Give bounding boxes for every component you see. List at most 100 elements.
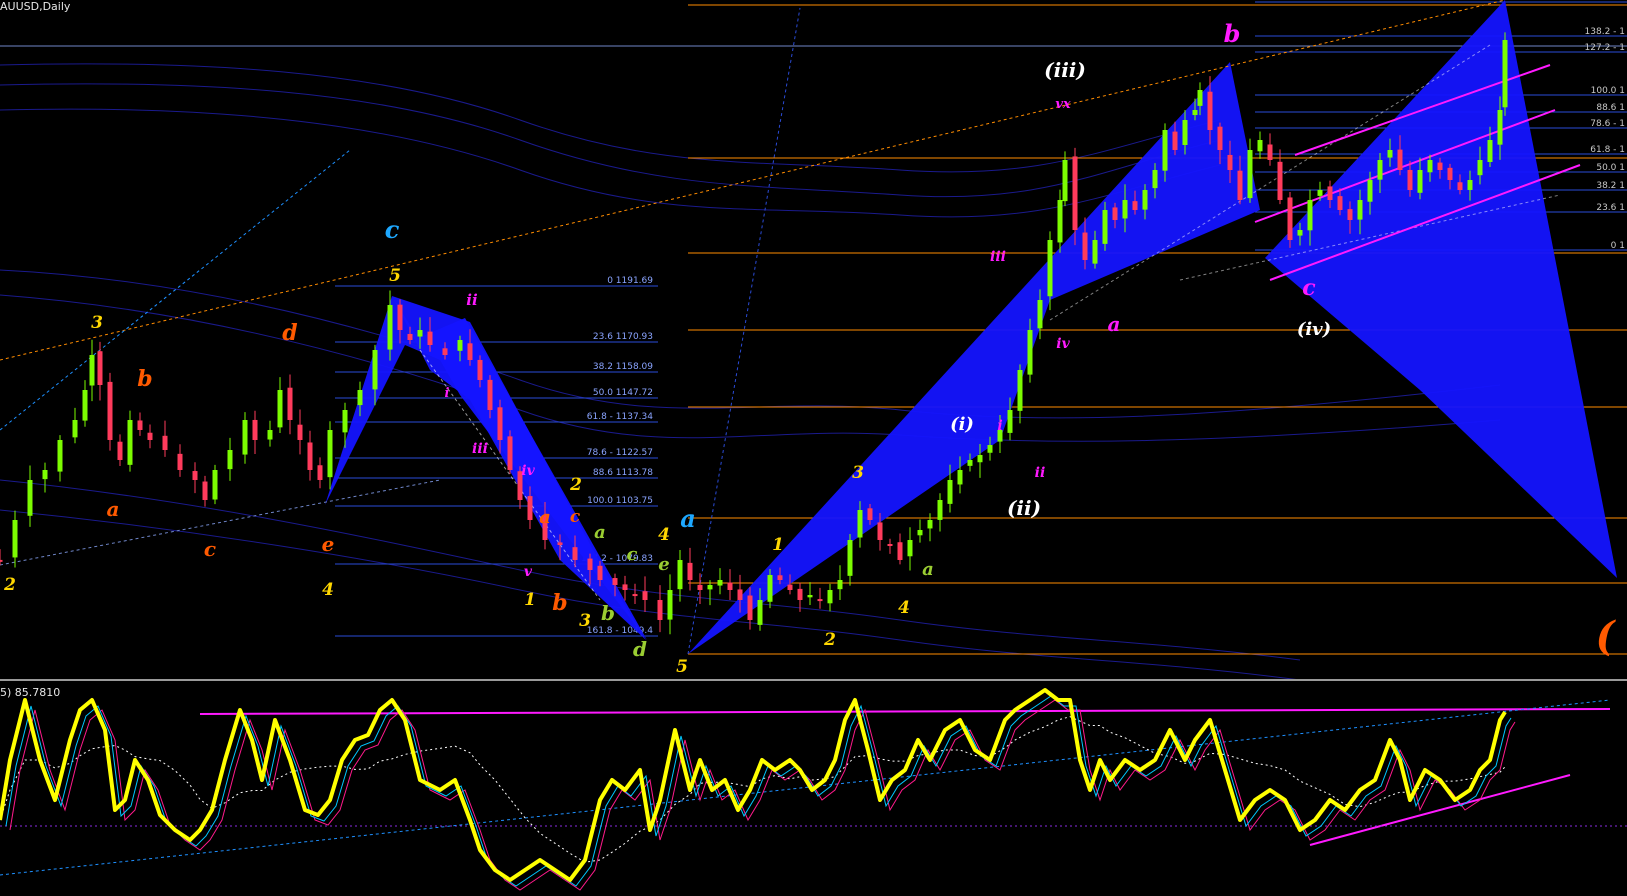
wave-label: 5: [676, 657, 688, 677]
fib-label: 61.8 - 1: [1590, 145, 1625, 155]
candle-body: [557, 542, 563, 545]
candle-body: [1082, 232, 1088, 260]
candle-body: [1447, 167, 1453, 180]
wave-label: iv: [1056, 336, 1070, 352]
candle-body: [1467, 180, 1473, 190]
candle-body: [42, 470, 48, 480]
candle-body: [1112, 207, 1118, 220]
wave-label: (ii): [1007, 496, 1041, 520]
wave-label: c: [385, 215, 400, 244]
candle-body: [1072, 156, 1078, 230]
wave-label: a: [594, 522, 606, 543]
candle-body: [397, 304, 403, 330]
candle-body: [1277, 161, 1283, 200]
candle-body: [1427, 160, 1433, 173]
candle-body: [757, 600, 763, 625]
wave-label: i: [997, 418, 1002, 434]
candle-body: [597, 565, 603, 580]
wave-label: b: [137, 366, 152, 392]
candle-body: [442, 348, 448, 355]
candle-body: [622, 584, 628, 590]
candle-body: [977, 455, 983, 463]
candle-body: [677, 560, 683, 590]
candle-body: [507, 436, 513, 470]
candle-body: [1457, 182, 1463, 190]
candle-body: [1357, 200, 1363, 220]
wave-label: iv: [521, 463, 535, 479]
candle-body: [427, 331, 433, 345]
candle-body: [127, 420, 133, 465]
candle-body: [1317, 190, 1323, 196]
candle-body: [1207, 91, 1213, 130]
candle-body: [162, 435, 168, 450]
candle-body: [1062, 160, 1068, 202]
fib-label: 78.6 - 1122.57: [587, 448, 653, 458]
wave-label: b: [1224, 19, 1241, 48]
candle-body: [287, 387, 293, 420]
candle-body: [1337, 196, 1343, 210]
candle-body: [1172, 131, 1178, 150]
candle-body: [632, 594, 638, 597]
fib-label: 88.6 1113.78: [593, 468, 653, 478]
candle-body: [1397, 149, 1403, 170]
candle-body: [1162, 130, 1168, 171]
fib-label: 61.8 - 1137.34: [587, 412, 653, 422]
candle-body: [457, 340, 463, 351]
candle-body: [1257, 140, 1263, 152]
fib-label: 38.2 1158.09: [593, 362, 653, 372]
candle-body: [1417, 170, 1423, 193]
candle-body: [612, 578, 618, 585]
fib-label: 38.2 1: [1596, 181, 1625, 191]
fib-label: 88.6 1: [1596, 103, 1625, 113]
fib-label: 0 1: [1611, 241, 1625, 251]
wave-label: c: [570, 507, 581, 527]
fib-label: 50.0 1: [1596, 163, 1625, 173]
candle-body: [107, 381, 113, 440]
candle-body: [867, 508, 873, 520]
candle-body: [1347, 209, 1353, 220]
fib-label: 138.2 - 1: [1585, 27, 1625, 37]
candle-body: [277, 390, 283, 428]
candle-body: [297, 424, 303, 440]
wave-label: (: [1596, 613, 1617, 660]
candle-body: [847, 540, 853, 576]
candle-body: [1307, 200, 1313, 231]
candle-body: [587, 558, 593, 570]
wave-label: 1: [524, 590, 536, 610]
fib-label: 50.0 1147.72: [593, 388, 653, 398]
wave-label: e: [658, 554, 669, 575]
candle-body: [177, 453, 183, 470]
candle-body: [907, 540, 913, 557]
wave-label: a: [922, 559, 934, 580]
candle-body: [1017, 370, 1023, 411]
candle-body: [1477, 160, 1483, 176]
chart-canvas: 0 1191.6923.6 1170.9338.2 1158.0950.0 11…: [0, 0, 1627, 896]
candle-body: [747, 595, 753, 620]
fib-label: 23.6 1170.93: [593, 332, 653, 342]
candle-body: [1377, 160, 1383, 180]
wave-label: b: [552, 590, 567, 616]
candle-body: [192, 471, 198, 480]
fib-label: 100.0 1103.75: [587, 496, 653, 506]
candle-body: [72, 420, 78, 438]
candle-body: [307, 442, 313, 470]
wave-label: e: [322, 532, 335, 556]
candle-body: [242, 420, 248, 455]
candle-body: [12, 520, 18, 558]
fib-label: 127.2 - 1: [1585, 43, 1625, 53]
candle-body: [967, 460, 973, 466]
candle-body: [1437, 162, 1443, 170]
candle-body: [527, 496, 533, 520]
candle-body: [927, 520, 933, 529]
candle-body: [642, 591, 648, 600]
candle-body: [837, 580, 843, 590]
candle-body: [82, 390, 88, 421]
candle-body: [1487, 140, 1493, 163]
candle-body: [1327, 186, 1333, 200]
candle-body: [27, 480, 33, 516]
wave-label: (iii): [1044, 58, 1086, 82]
candle-body: [1217, 126, 1223, 150]
candle-body: [1502, 40, 1508, 108]
wave-label: 2: [3, 575, 16, 595]
wave-label: a: [107, 497, 120, 521]
